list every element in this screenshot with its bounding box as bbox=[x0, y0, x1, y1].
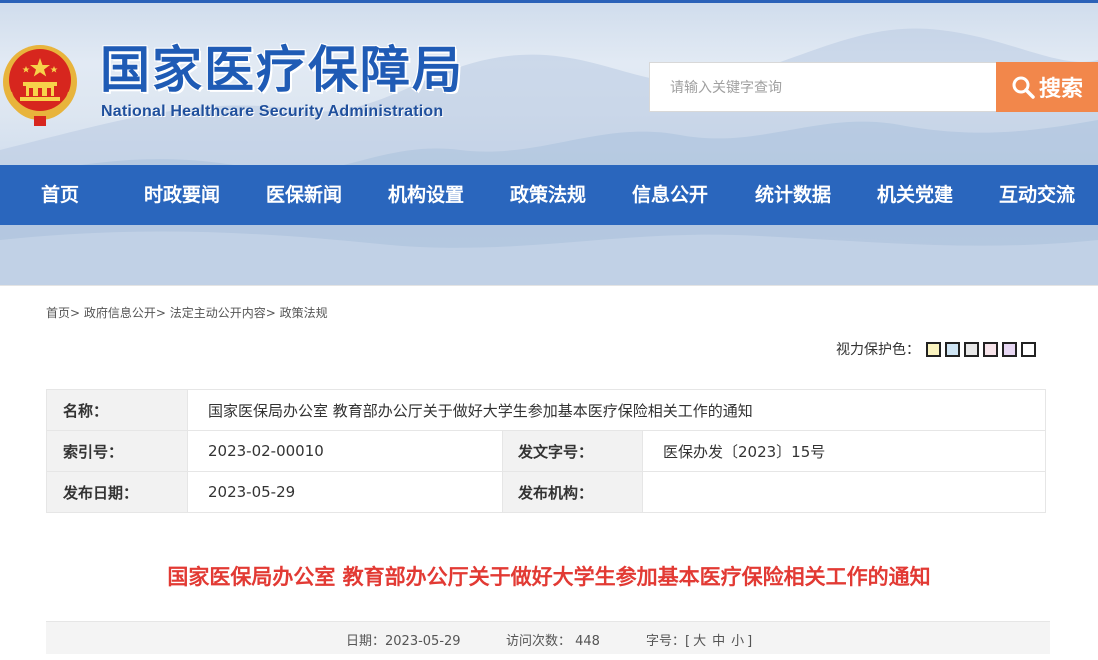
org-value bbox=[642, 471, 1046, 513]
swatch-gray[interactable] bbox=[964, 341, 979, 357]
table-row: 发布日期： 2023-05-29 发布机构： bbox=[46, 471, 1046, 513]
nav-item-statistics[interactable]: 统计数据 bbox=[755, 184, 831, 206]
font-size-small[interactable]: 小 bbox=[731, 634, 744, 649]
document-meta-table: 名称： 国家医保局办公室 教育部办公厅关于做好大学生参加基本医疗保险相关工作的通… bbox=[46, 389, 1046, 513]
table-row: 名称： 国家医保局办公室 教育部办公厅关于做好大学生参加基本医疗保险相关工作的通… bbox=[46, 389, 1046, 431]
search-icon bbox=[1012, 76, 1035, 99]
table-row: 索引号： 2023-02-00010 发文字号： 医保办发〔2023〕15号 bbox=[46, 430, 1046, 472]
font-size-large[interactable]: 大 bbox=[693, 634, 706, 649]
name-value: 国家医保局办公室 教育部办公厅关于做好大学生参加基本医疗保险相关工作的通知 bbox=[187, 389, 1046, 431]
nav-item-healthcare-news[interactable]: 医保新闻 bbox=[266, 184, 342, 206]
org-label: 发布机构： bbox=[502, 471, 643, 513]
document-title: 国家医保局办公室 教育部办公厅关于做好大学生参加基本医疗保险相关工作的通知 bbox=[167, 565, 931, 589]
font-size-close: ] bbox=[747, 634, 753, 649]
swatch-yellow[interactable] bbox=[926, 341, 941, 357]
eye-care-swatches bbox=[926, 341, 1036, 357]
national-emblem-icon bbox=[3, 45, 77, 126]
docno-value: 医保办发〔2023〕15号 bbox=[642, 430, 1046, 472]
site-title[interactable]: 国家医疗保障局 bbox=[100, 42, 464, 98]
site-subtitle: National Healthcare Security Administrat… bbox=[101, 103, 444, 120]
breadcrumb-policy[interactable]: 政策法规 bbox=[280, 306, 328, 320]
breadcrumb-gov-info[interactable]: 政府信息公开> bbox=[84, 306, 166, 320]
index-value: 2023-02-00010 bbox=[187, 430, 503, 472]
main-nav: 首页 时政要闻 医保新闻 机构设置 政策法规 信息公开 统计数据 机关党建 互动… bbox=[0, 165, 1098, 225]
font-size-control: 字号：[大中小] bbox=[646, 630, 752, 649]
font-size-label: 字号：[ bbox=[646, 634, 691, 649]
nav-item-news[interactable]: 时政要闻 bbox=[144, 184, 220, 206]
breadcrumb: 首页> 政府信息公开> 法定主动公开内容> 政策法规 bbox=[46, 304, 328, 321]
breadcrumb-statutory[interactable]: 法定主动公开内容> bbox=[170, 306, 276, 320]
swatch-purple[interactable] bbox=[1002, 341, 1017, 357]
header-banner: 国家医疗保障局 National Healthcare Security Adm… bbox=[0, 0, 1098, 285]
search-button-label: 搜索 bbox=[1038, 77, 1083, 102]
nav-item-interaction[interactable]: 互动交流 bbox=[999, 184, 1075, 206]
search-input[interactable] bbox=[649, 62, 996, 112]
nav-item-disclosure[interactable]: 信息公开 bbox=[632, 184, 708, 206]
publish-date: 日期：2023-05-29 bbox=[346, 634, 461, 649]
name-label: 名称： bbox=[46, 389, 188, 431]
eye-care-selector: 视力保护色： bbox=[836, 339, 1036, 359]
eye-care-label: 视力保护色： bbox=[836, 342, 920, 358]
date-label: 发布日期： bbox=[46, 471, 188, 513]
visit-count: 访问次数： 448 bbox=[506, 634, 600, 649]
swatch-white[interactable] bbox=[1021, 341, 1036, 357]
date-value: 2023-05-29 bbox=[187, 471, 503, 513]
document-info-bar: 日期：2023-05-29 访问次数： 448 字号：[大中小] bbox=[46, 621, 1050, 654]
nav-item-organization[interactable]: 机构设置 bbox=[388, 184, 464, 206]
font-size-medium[interactable]: 中 bbox=[712, 634, 725, 649]
docno-label: 发文字号： bbox=[502, 430, 643, 472]
breadcrumb-home[interactable]: 首页> bbox=[46, 306, 80, 320]
main-content: 首页> 政府信息公开> 法定主动公开内容> 政策法规 视力保护色： 名称： 国家… bbox=[0, 285, 1098, 660]
nav-item-home[interactable]: 首页 bbox=[41, 184, 79, 206]
nav-item-party[interactable]: 机关党建 bbox=[877, 184, 953, 206]
swatch-pink[interactable] bbox=[983, 341, 998, 357]
index-label: 索引号： bbox=[46, 430, 188, 472]
search-button[interactable]: 搜索 bbox=[996, 62, 1098, 112]
nav-item-policy[interactable]: 政策法规 bbox=[510, 184, 586, 206]
swatch-blue[interactable] bbox=[945, 341, 960, 357]
